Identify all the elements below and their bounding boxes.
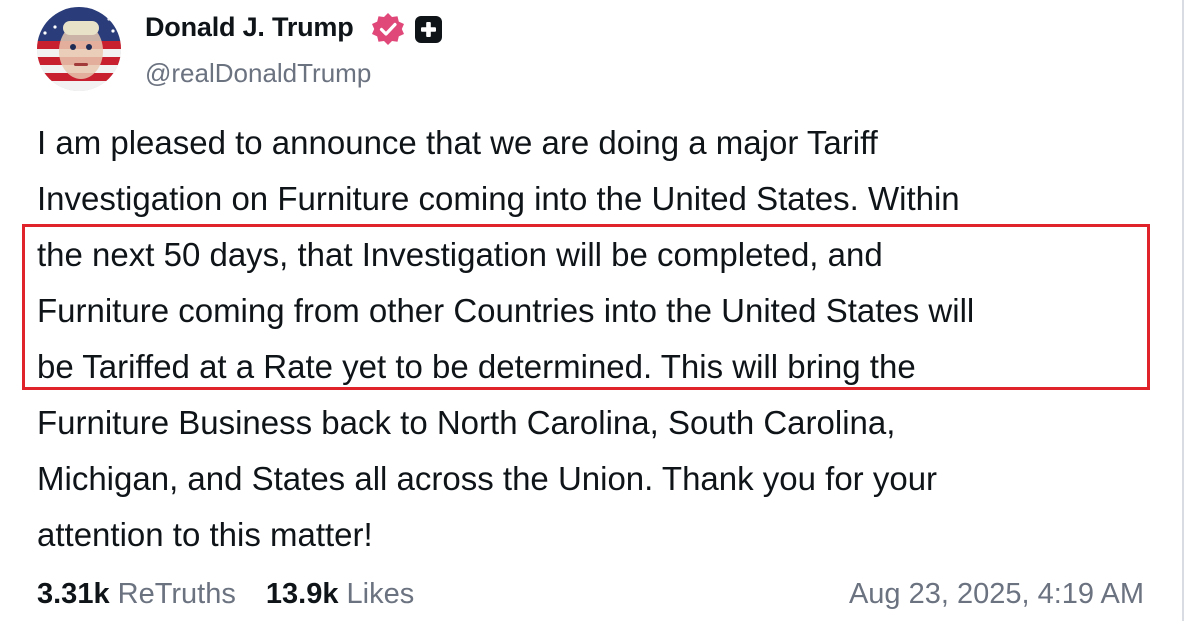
post-timestamp[interactable]: Aug 23, 2025, 4:19 AM — [849, 578, 1144, 611]
retruths-label: ReTruths — [117, 578, 236, 610]
retruths-stat[interactable]: 3.31k ReTruths — [37, 578, 236, 611]
author-handle[interactable]: @realDonaldTrump — [145, 58, 371, 89]
post-stats: 3.31k ReTruths 13.9k Likes — [37, 578, 436, 611]
plus-badge-icon — [415, 16, 442, 43]
retruths-count: 3.31k — [37, 578, 110, 610]
author-display-name[interactable]: Donald J. Trump — [145, 12, 354, 43]
likes-count: 13.9k — [265, 578, 339, 610]
post-card: Donald J. Trump @realDonaldTrump I am pl… — [0, 0, 1184, 621]
avatar-image — [37, 7, 121, 91]
likes-label: Likes — [346, 578, 415, 610]
highlight-box — [22, 224, 1150, 390]
verified-badge-icon — [371, 12, 405, 46]
likes-stat[interactable]: 13.9k Likes — [266, 578, 414, 611]
avatar[interactable] — [37, 7, 121, 91]
